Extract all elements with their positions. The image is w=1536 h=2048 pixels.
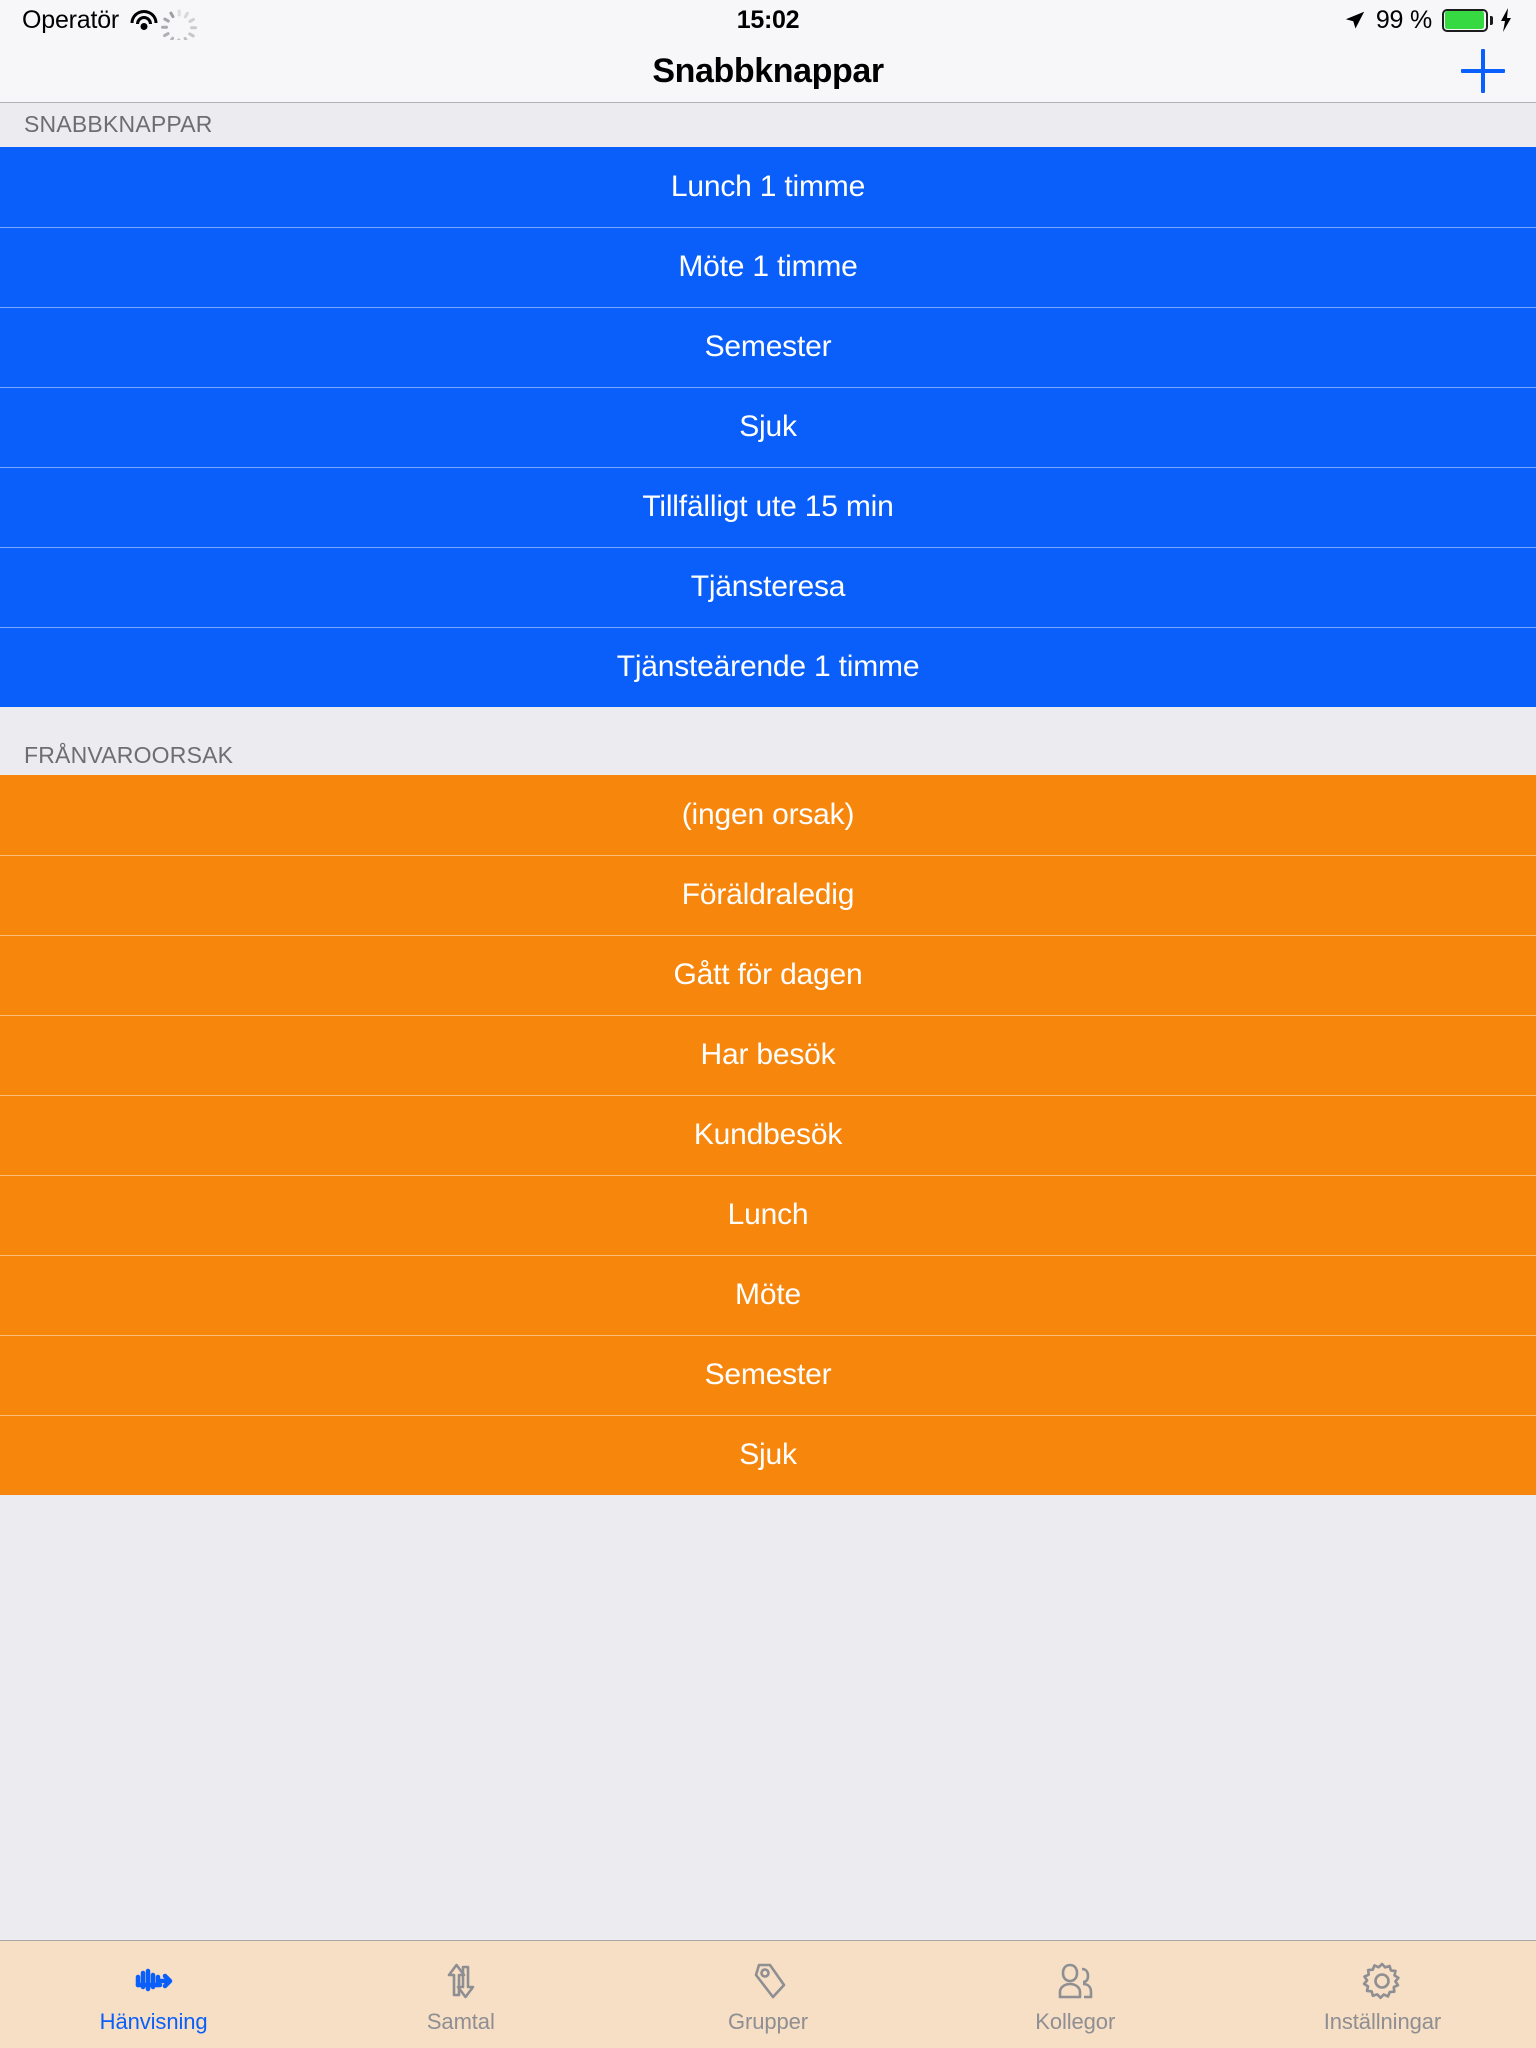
tab-label: Kollegor xyxy=(1035,2009,1116,2034)
tab-grupper[interactable]: Grupper xyxy=(614,1941,921,2048)
clock-label: 15:02 xyxy=(736,5,800,34)
tab-inställningar[interactable]: Inställningar xyxy=(1229,1941,1536,2048)
list-item[interactable]: (ingen orsak) xyxy=(0,775,1536,855)
navigation-bar: Snabbknappar xyxy=(0,40,1536,103)
tab-label: Grupper xyxy=(728,2009,809,2034)
list-item[interactable]: Tillfälligt ute 15 min xyxy=(0,467,1536,547)
tab-label: Hänvisning xyxy=(99,2009,208,2034)
list-item[interactable]: Semester xyxy=(0,307,1536,387)
list-item-label: Tillfälligt ute 15 min xyxy=(642,490,894,523)
battery-percent-label: 99 % xyxy=(1375,5,1432,34)
tab-hänvisning[interactable]: Hänvisning xyxy=(0,1941,307,2048)
tag-icon xyxy=(745,1958,791,2004)
section-header-1: FRÅNVAROORSAK xyxy=(0,707,1536,775)
list-item[interactable]: Semester xyxy=(0,1335,1536,1415)
list-item[interactable]: Tjänsteärende 1 timme xyxy=(0,627,1536,707)
list-item-label: Möte xyxy=(735,1278,801,1311)
list-item-label: Tjänsteärende 1 timme xyxy=(616,650,920,683)
list-item-label: Tjänsteresa xyxy=(690,570,846,603)
settings-list[interactable]: SNABBKNAPPAR Lunch 1 timme Möte 1 timme Sem… xyxy=(0,103,1536,1940)
calls-arrows-icon xyxy=(438,1958,484,2004)
list-item[interactable]: Kundbesök xyxy=(0,1095,1536,1175)
location-arrow-icon xyxy=(1344,9,1366,31)
list-item[interactable]: Sjuk xyxy=(0,387,1536,467)
list-item[interactable]: Föräldraledig xyxy=(0,855,1536,935)
tab-label: Samtal xyxy=(426,2009,495,2034)
list-item-label: Semester xyxy=(704,1358,832,1391)
list-item[interactable]: Har besök xyxy=(0,1015,1536,1095)
list-item-label: Semester xyxy=(704,330,832,363)
list-item-label: Sjuk xyxy=(739,1438,797,1471)
gear-icon xyxy=(1359,1958,1405,2004)
list-item[interactable]: Möte 1 timme xyxy=(0,227,1536,307)
list-item-label: Gått för dagen xyxy=(673,958,863,991)
list-item-label: Möte 1 timme xyxy=(678,250,858,283)
list-item[interactable]: Tjänsteresa xyxy=(0,547,1536,627)
tab-kollegor[interactable]: Kollegor xyxy=(922,1941,1229,2048)
page-title: Snabbknappar xyxy=(652,51,884,90)
list-item[interactable]: Gått för dagen xyxy=(0,935,1536,1015)
tab-samtal[interactable]: Samtal xyxy=(307,1941,614,2048)
tab-label: Inställningar xyxy=(1323,2009,1442,2034)
list-item-label: (ingen orsak) xyxy=(681,798,855,831)
list-item[interactable]: Lunch 1 timme xyxy=(0,147,1536,227)
status-bar: Operatör 15:02 99 % xyxy=(0,0,1536,46)
section-rows-1: (ingen orsak) Föräldraledig Gått för dagen… xyxy=(0,775,1536,1495)
people-icon xyxy=(1052,1958,1098,2004)
list-item-label: Har besök xyxy=(700,1038,836,1071)
list-item[interactable]: Möte xyxy=(0,1255,1536,1335)
list-item-label: Kundbesök xyxy=(693,1118,843,1151)
charging-bolt-icon xyxy=(1498,8,1514,32)
list-item[interactable]: Sjuk xyxy=(0,1415,1536,1495)
tab-bar: Hänvisning Samtal Grupper Kollegor Inställni… xyxy=(0,1940,1536,2048)
battery-full-icon xyxy=(1442,8,1493,32)
list-item-label: Lunch 1 timme xyxy=(670,170,866,203)
list-item-label: Lunch xyxy=(727,1198,809,1231)
app-root: Operatör 15:02 99 % Snabbknappar SNABBKN… xyxy=(0,0,1536,2048)
status-bar-right: 99 % xyxy=(1344,6,1514,35)
referral-icon xyxy=(131,1958,177,2004)
section-header-0: SNABBKNAPPAR xyxy=(0,103,1536,147)
list-item-label: Sjuk xyxy=(739,410,797,443)
add-button[interactable] xyxy=(1457,45,1509,97)
section-rows-0: Lunch 1 timme Möte 1 timme Semester Sjuk Til… xyxy=(0,147,1536,707)
list-item-label: Föräldraledig xyxy=(681,878,855,911)
list-item[interactable]: Lunch xyxy=(0,1175,1536,1255)
